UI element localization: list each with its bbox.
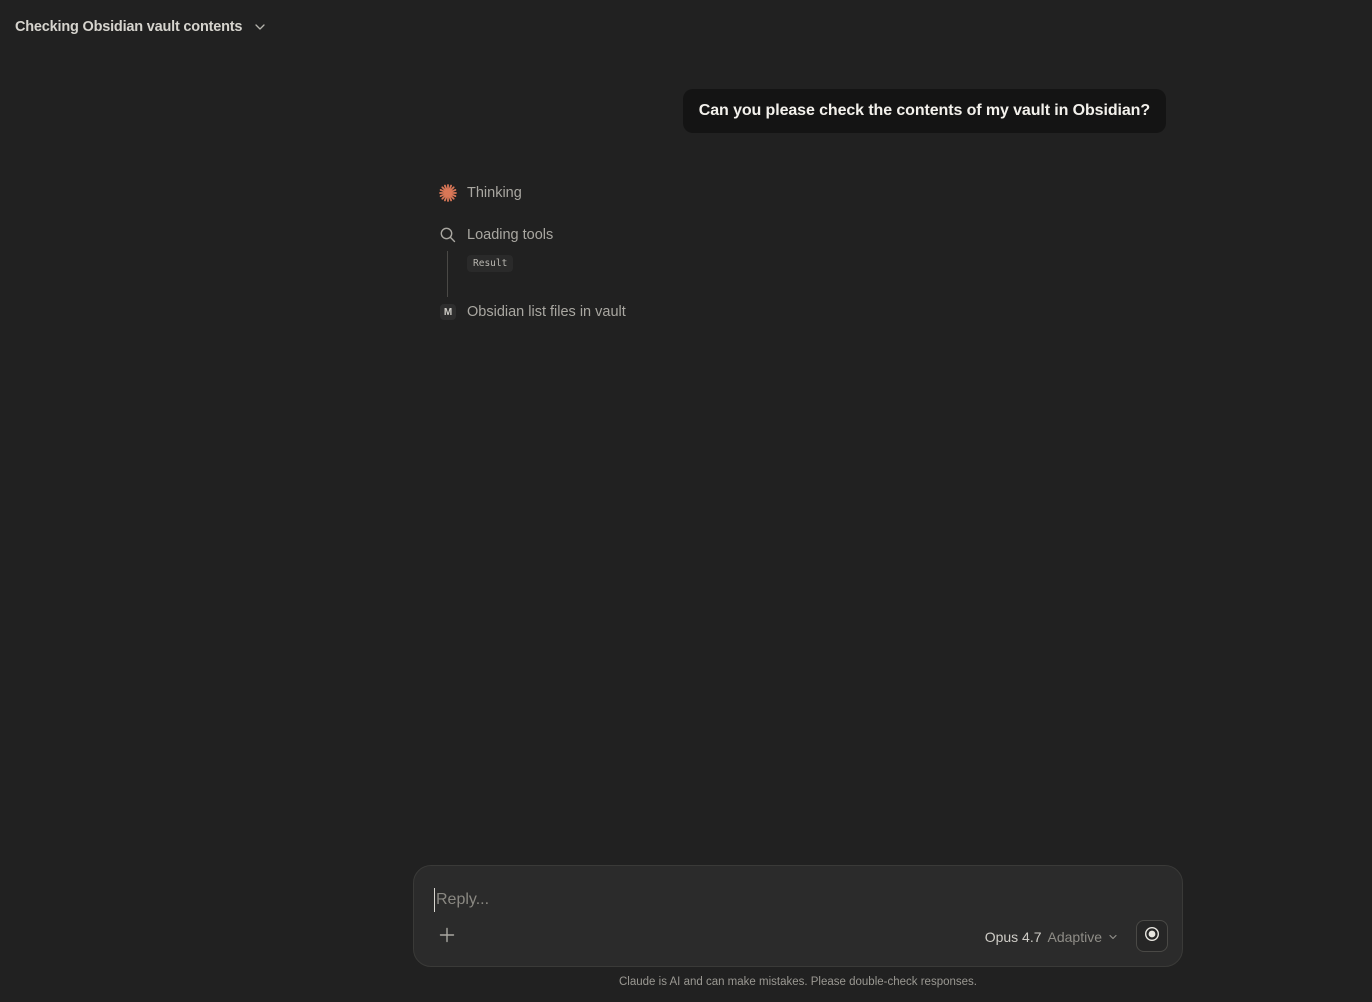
loading-tools-step[interactable]: Loading tools	[438, 225, 553, 245]
chevron-down-icon	[254, 20, 268, 34]
loading-tools-label: Loading tools	[467, 227, 554, 243]
voice-mode-button[interactable]	[1136, 920, 1168, 952]
reply-input[interactable]	[434, 888, 938, 912]
thinking-label: Thinking	[467, 185, 522, 201]
add-attachment-button[interactable]	[436, 926, 458, 948]
obsidian-tool-label: Obsidian list files in vault	[467, 304, 626, 320]
conversation-title-dropdown[interactable]: Checking Obsidian vault contents	[15, 17, 268, 37]
model-selector[interactable]: Opus 4.7 Adaptive	[985, 927, 1118, 947]
conversation-title: Checking Obsidian vault contents	[15, 19, 243, 35]
disclaimer-text: Claude is AI and can make mistakes. Plea…	[619, 976, 977, 988]
mcp-badge: M	[440, 304, 456, 320]
thinking-step[interactable]: Thinking	[438, 183, 522, 203]
reply-composer: Opus 4.7 Adaptive	[413, 865, 1183, 967]
result-chip[interactable]: Result	[467, 255, 514, 272]
user-message-text: Can you please check the contents of my …	[698, 102, 1150, 119]
voice-mode-icon	[1144, 926, 1160, 947]
mcp-server-icon: M	[438, 302, 458, 322]
timeline-connector	[447, 251, 448, 297]
obsidian-tool-step[interactable]: M Obsidian list files in vault	[438, 302, 626, 322]
model-name: Opus 4.7	[984, 929, 1042, 945]
search-icon	[438, 225, 458, 245]
chat-page: Checking Obsidian vault contents Can you…	[0, 0, 1372, 1002]
claude-spark-icon	[438, 183, 458, 203]
plus-icon	[439, 927, 455, 948]
chevron-down-icon	[1108, 929, 1118, 945]
model-mode: Adaptive	[1047, 929, 1102, 945]
user-message-bubble: Can you please check the contents of my …	[682, 89, 1166, 133]
